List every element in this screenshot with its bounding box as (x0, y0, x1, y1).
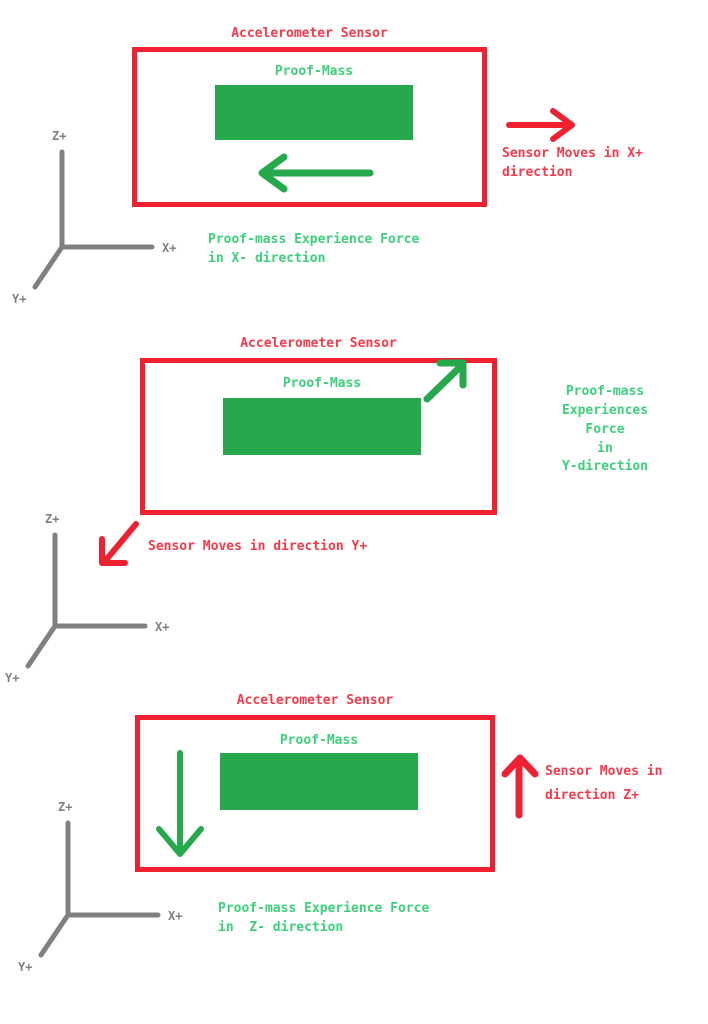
sensor-motion-note: Sensor Moves in direction Z+ (545, 764, 663, 804)
proof-mass-force-note: Proof-mass Experience Force in Z- direct… (218, 901, 430, 935)
axis-label-z: Z+ (58, 800, 73, 814)
proof-mass-label: Proof-Mass (274, 64, 354, 79)
axis-label-z: Z+ (45, 512, 60, 526)
axis-label-z: Z+ (52, 129, 67, 143)
axis-label-x: X+ (162, 241, 177, 255)
axis-label-x: X+ (155, 620, 170, 634)
panel-y-axis: Accelerometer Sensor Proof-Mass Proof-ma… (0, 325, 708, 685)
panel-z-axis: Accelerometer Sensor Proof-Mass Sensor M… (0, 680, 708, 1024)
proof-mass-block (223, 398, 421, 455)
axis-label-x: X+ (168, 909, 183, 923)
proof-mass-block (215, 85, 413, 140)
sensor-motion-note: Sensor Moves in X+ direction (502, 146, 643, 180)
proof-mass-label: Proof-Mass (279, 733, 359, 748)
proof-mass-block (220, 753, 418, 810)
sensor-motion-note: Sensor Moves in direction Y+ (148, 539, 368, 554)
sensor-title: Accelerometer Sensor (236, 693, 394, 708)
axis-label-y: Y+ (12, 292, 27, 306)
panel-x-axis: Accelerometer Sensor Proof-Mass Sensor M… (0, 0, 708, 325)
sensor-title: Accelerometer Sensor (231, 26, 388, 41)
proof-mass-force-note: Proof-mass Experiences Force in Y-direct… (561, 384, 649, 475)
proof-mass-force-note: Proof-mass Experience Force in X- direct… (208, 232, 420, 266)
sensor-title: Accelerometer Sensor (240, 336, 397, 351)
axis-label-y: Y+ (18, 960, 33, 974)
diagram-canvas: Accelerometer Sensor Proof-Mass Sensor M… (0, 0, 708, 1024)
proof-mass-label: Proof-Mass (282, 376, 362, 391)
